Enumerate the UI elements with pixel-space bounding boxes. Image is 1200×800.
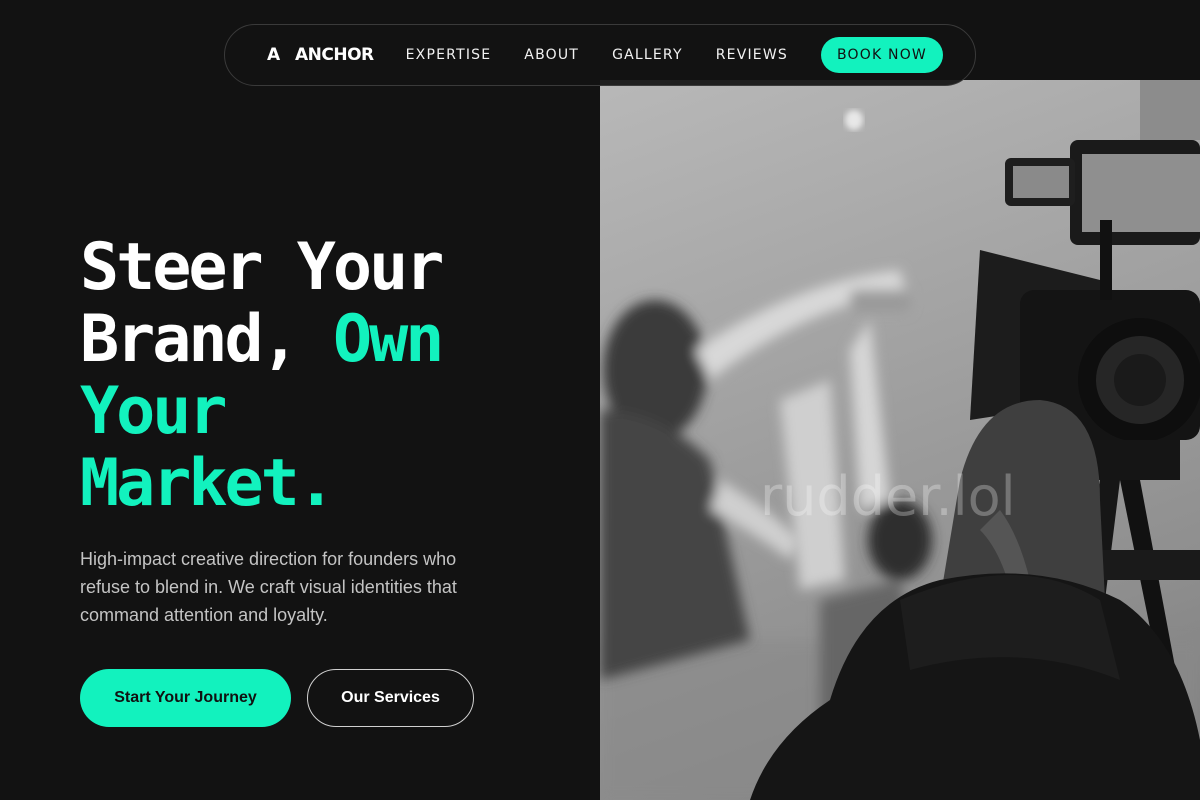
nav-link-gallery[interactable]: GALLERY (612, 47, 683, 63)
watermark-text: rudder.lol (760, 465, 1016, 528)
nav-links: EXPERTISE ABOUT GALLERY REVIEWS (406, 47, 821, 63)
hero-title-line-2-plain: Brand, (80, 302, 333, 377)
hero-title-line-3: Your (80, 374, 228, 449)
logo-mark-icon: A (267, 45, 280, 65)
start-journey-button[interactable]: Start Your Journey (80, 669, 291, 727)
logo[interactable]: A ANCHOR (267, 45, 374, 65)
nav-link-reviews[interactable]: REVIEWS (716, 47, 788, 63)
hero-title-line-1: Steer Your (80, 230, 444, 305)
film-production-photo-icon (600, 80, 1200, 800)
hero-subtitle: High-impact creative direction for found… (80, 549, 457, 625)
nav-link-about[interactable]: ABOUT (524, 47, 579, 63)
hero-title: Steer Your Brand, Own Your Market. (80, 232, 580, 520)
logo-text: ANCHOR (295, 45, 374, 65)
hero-title-line-2-accent: Own (332, 302, 444, 377)
top-navigation: A ANCHOR EXPERTISE ABOUT GALLERY REVIEWS… (224, 24, 976, 86)
hero-photo: rudder.lol (600, 80, 1200, 800)
nav-link-expertise[interactable]: EXPERTISE (406, 47, 492, 63)
book-now-button[interactable]: BOOK NOW (820, 37, 943, 73)
hero-title-line-4: Market. (80, 446, 336, 521)
our-services-button[interactable]: Our Services (307, 669, 474, 727)
